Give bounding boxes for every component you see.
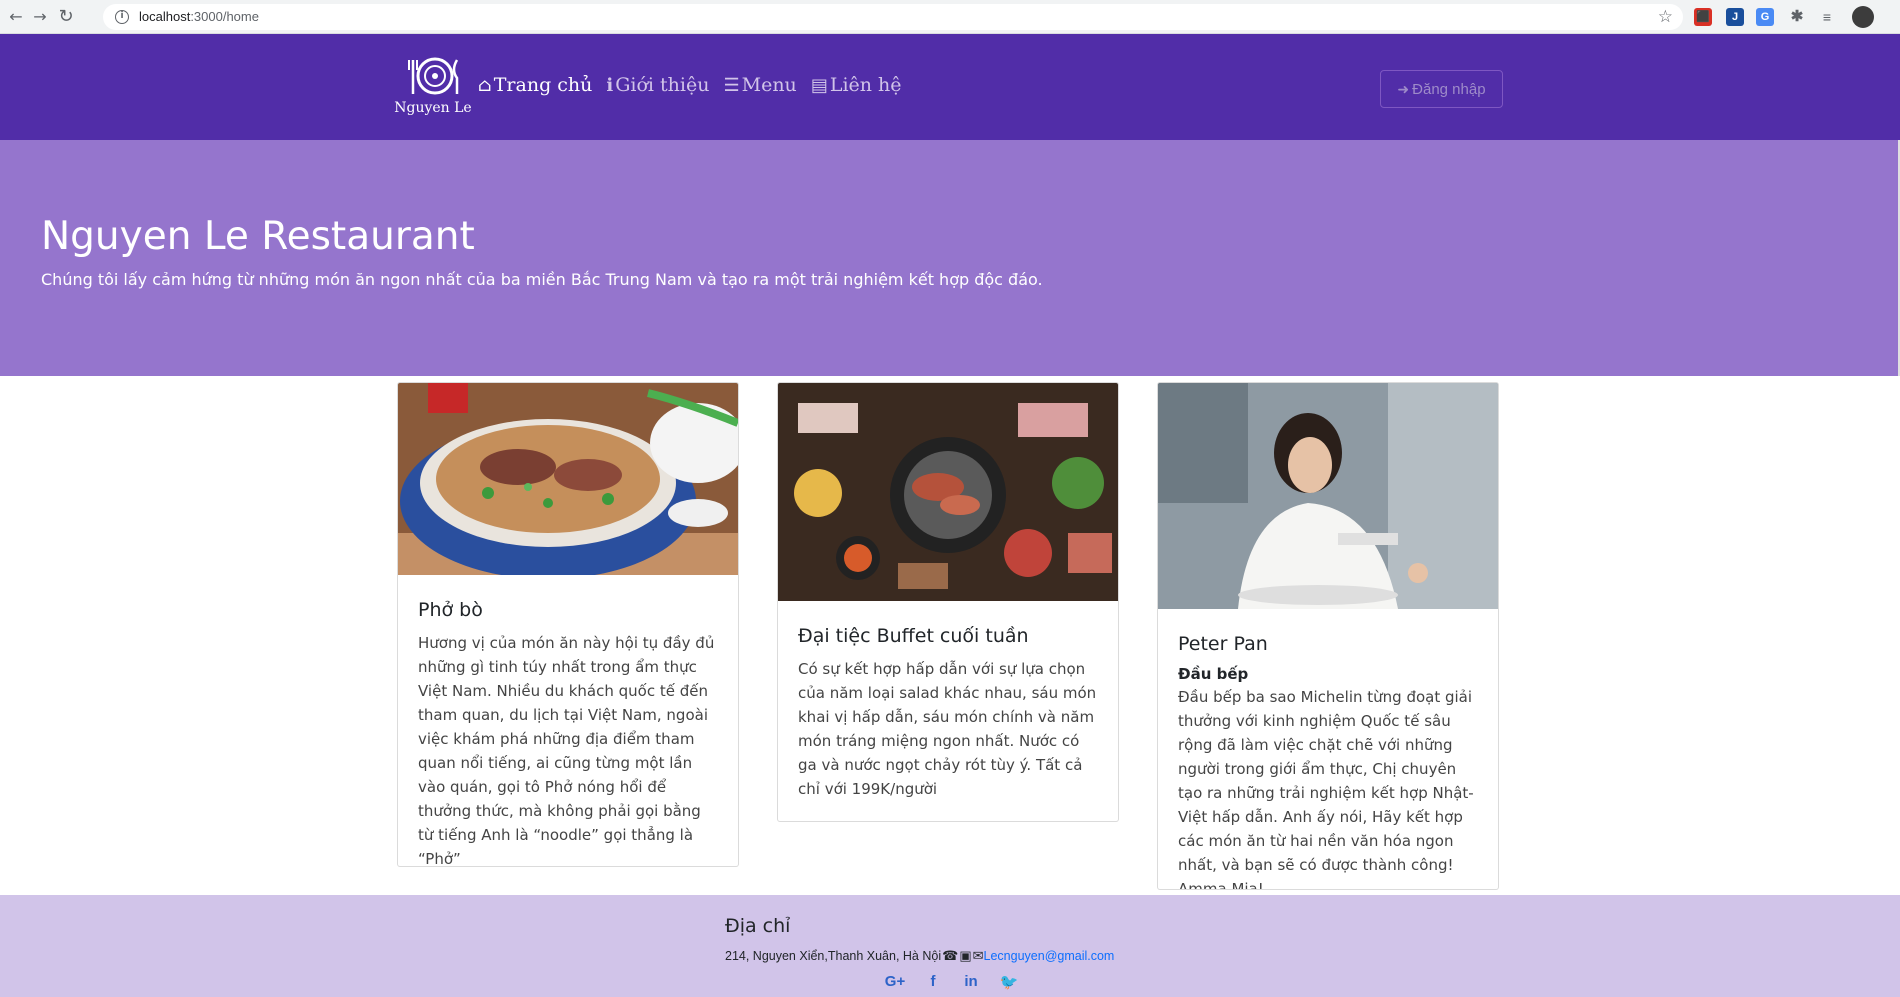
card-title: Peter Pan <box>1178 633 1268 655</box>
card-body: Phở bò Hương vị của món ăn này hội tụ đầ… <box>398 579 738 867</box>
profile-avatar[interactable] <box>1852 6 1874 28</box>
nav-link-contact[interactable]: ▤ Liên hệ <box>811 74 902 96</box>
envelope-icon: ✉ <box>972 948 984 963</box>
nav-link-contact-label: Liên hệ <box>829 74 902 96</box>
social-links: G+ f in 🐦 <box>876 973 1028 991</box>
card-subtitle: Đầu bếp <box>1178 665 1249 683</box>
back-button[interactable]: ← <box>6 7 26 27</box>
phone-icon: ☎ <box>942 948 959 963</box>
nav-link-about-label: Giới thiệu <box>615 74 710 96</box>
hero-subtitle: Chúng tôi lấy cảm hứng từ những món ăn n… <box>41 270 1043 289</box>
nav-link-about[interactable]: ℹ Giới thiệu <box>606 74 709 96</box>
address-text: 214, Nguyen Xiển,Thanh Xuân, Hà Nội <box>725 949 942 963</box>
extension-icon-j[interactable]: J <box>1726 8 1744 26</box>
google-plus-icon[interactable]: G+ <box>876 973 914 991</box>
nav-links: ⌂ Trang chủ ℹ Giới thiệu ☰ Menu ▤ Liên hệ <box>478 74 916 96</box>
card-buffet: Đại tiệc Buffet cuối tuần Có sự kết hợp … <box>777 382 1119 822</box>
card-pho-bo: Phở bò Hương vị của món ăn này hội tụ đầ… <box>397 382 739 867</box>
nav-link-home-label: Trang chủ <box>493 74 593 96</box>
nav-link-menu-label: Menu <box>741 74 797 96</box>
nav-link-home[interactable]: ⌂ Trang chủ <box>478 74 592 96</box>
fax-icon: ▣ <box>959 948 972 963</box>
info-icon[interactable]: i <box>115 10 129 24</box>
sign-in-icon: ➜ <box>1397 80 1410 97</box>
login-button[interactable]: ➜ Đăng nhập <box>1380 70 1503 108</box>
card-title: Đại tiệc Buffet cuối tuần <box>798 625 1029 647</box>
brand-name: Nguyen Le <box>394 100 472 116</box>
url-host: localhost <box>139 9 191 24</box>
bookmark-star-icon[interactable]: ☆ <box>1658 7 1673 27</box>
translate-icon[interactable]: G <box>1756 8 1774 26</box>
card-text: Có sự kết hợp hấp dẫn với sự lựa chọn củ… <box>798 660 1097 798</box>
linkedin-icon[interactable]: in <box>952 973 990 991</box>
list-icon: ☰ <box>723 74 740 96</box>
chef-image <box>1158 383 1498 609</box>
facebook-icon[interactable]: f <box>914 973 952 991</box>
forward-button[interactable]: → <box>30 7 50 27</box>
login-label: Đăng nhập <box>1412 80 1486 98</box>
pho-bowl-image <box>398 383 738 579</box>
hero-title: Nguyen Le Restaurant <box>41 214 475 259</box>
url-text[interactable]: localhost:3000/home <box>139 9 259 24</box>
address-card-icon: ▤ <box>810 74 828 96</box>
url-path: :3000/home <box>190 9 259 24</box>
card-body: Đại tiệc Buffet cuối tuần Có sự kết hợp … <box>778 605 1118 821</box>
extensions-puzzle-icon[interactable]: ✱ <box>1788 8 1806 26</box>
nav-link-menu[interactable]: ☰ Menu <box>723 74 796 96</box>
info-icon: ℹ <box>606 74 614 96</box>
card-body: Peter Pan Đầu bếp Đầu bếp ba sao Micheli… <box>1158 613 1498 890</box>
reading-list-icon[interactable]: ≡ <box>1818 8 1836 26</box>
browser-toolbar: ← → ↻ i localhost:3000/home ☆ ⬛ J G ✱ ≡ <box>0 0 1900 34</box>
navbar: Nguyen Le ⌂ Trang chủ ℹ Giới thiệu ☰ Menu ▤… <box>0 34 1900 140</box>
address-bar[interactable]: i localhost:3000/home ☆ <box>103 4 1683 30</box>
card-text: Hương vị của món ăn này hội tụ đầy đủ nh… <box>418 634 715 867</box>
home-icon: ⌂ <box>478 74 492 96</box>
buffet-image <box>778 383 1118 601</box>
footer-heading: Địa chỉ <box>725 915 791 937</box>
card-text: Đầu bếp ba sao Michelin từng đoạt giải t… <box>1178 688 1474 890</box>
twitter-icon[interactable]: 🐦 <box>990 973 1028 991</box>
card-title: Phở bò <box>418 599 483 621</box>
reload-button[interactable]: ↻ <box>56 7 76 27</box>
footer: Địa chỉ 214, Nguyen Xiển,Thanh Xuân, Hà … <box>0 895 1900 997</box>
footer-address-line: 214, Nguyen Xiển,Thanh Xuân, Hà Nội ☎ ▣ … <box>725 948 1114 964</box>
restaurant-logo-icon <box>408 57 459 95</box>
hero-banner: Nguyen Le Restaurant Chúng tôi lấy cảm h… <box>0 140 1898 376</box>
card-chef: Peter Pan Đầu bếp Đầu bếp ba sao Micheli… <box>1157 382 1499 890</box>
extension-icon-red[interactable]: ⬛ <box>1694 8 1712 26</box>
email-link[interactable]: Lecnguyen@gmail.com <box>984 949 1115 963</box>
brand-logo[interactable]: Nguyen Le <box>390 54 476 124</box>
